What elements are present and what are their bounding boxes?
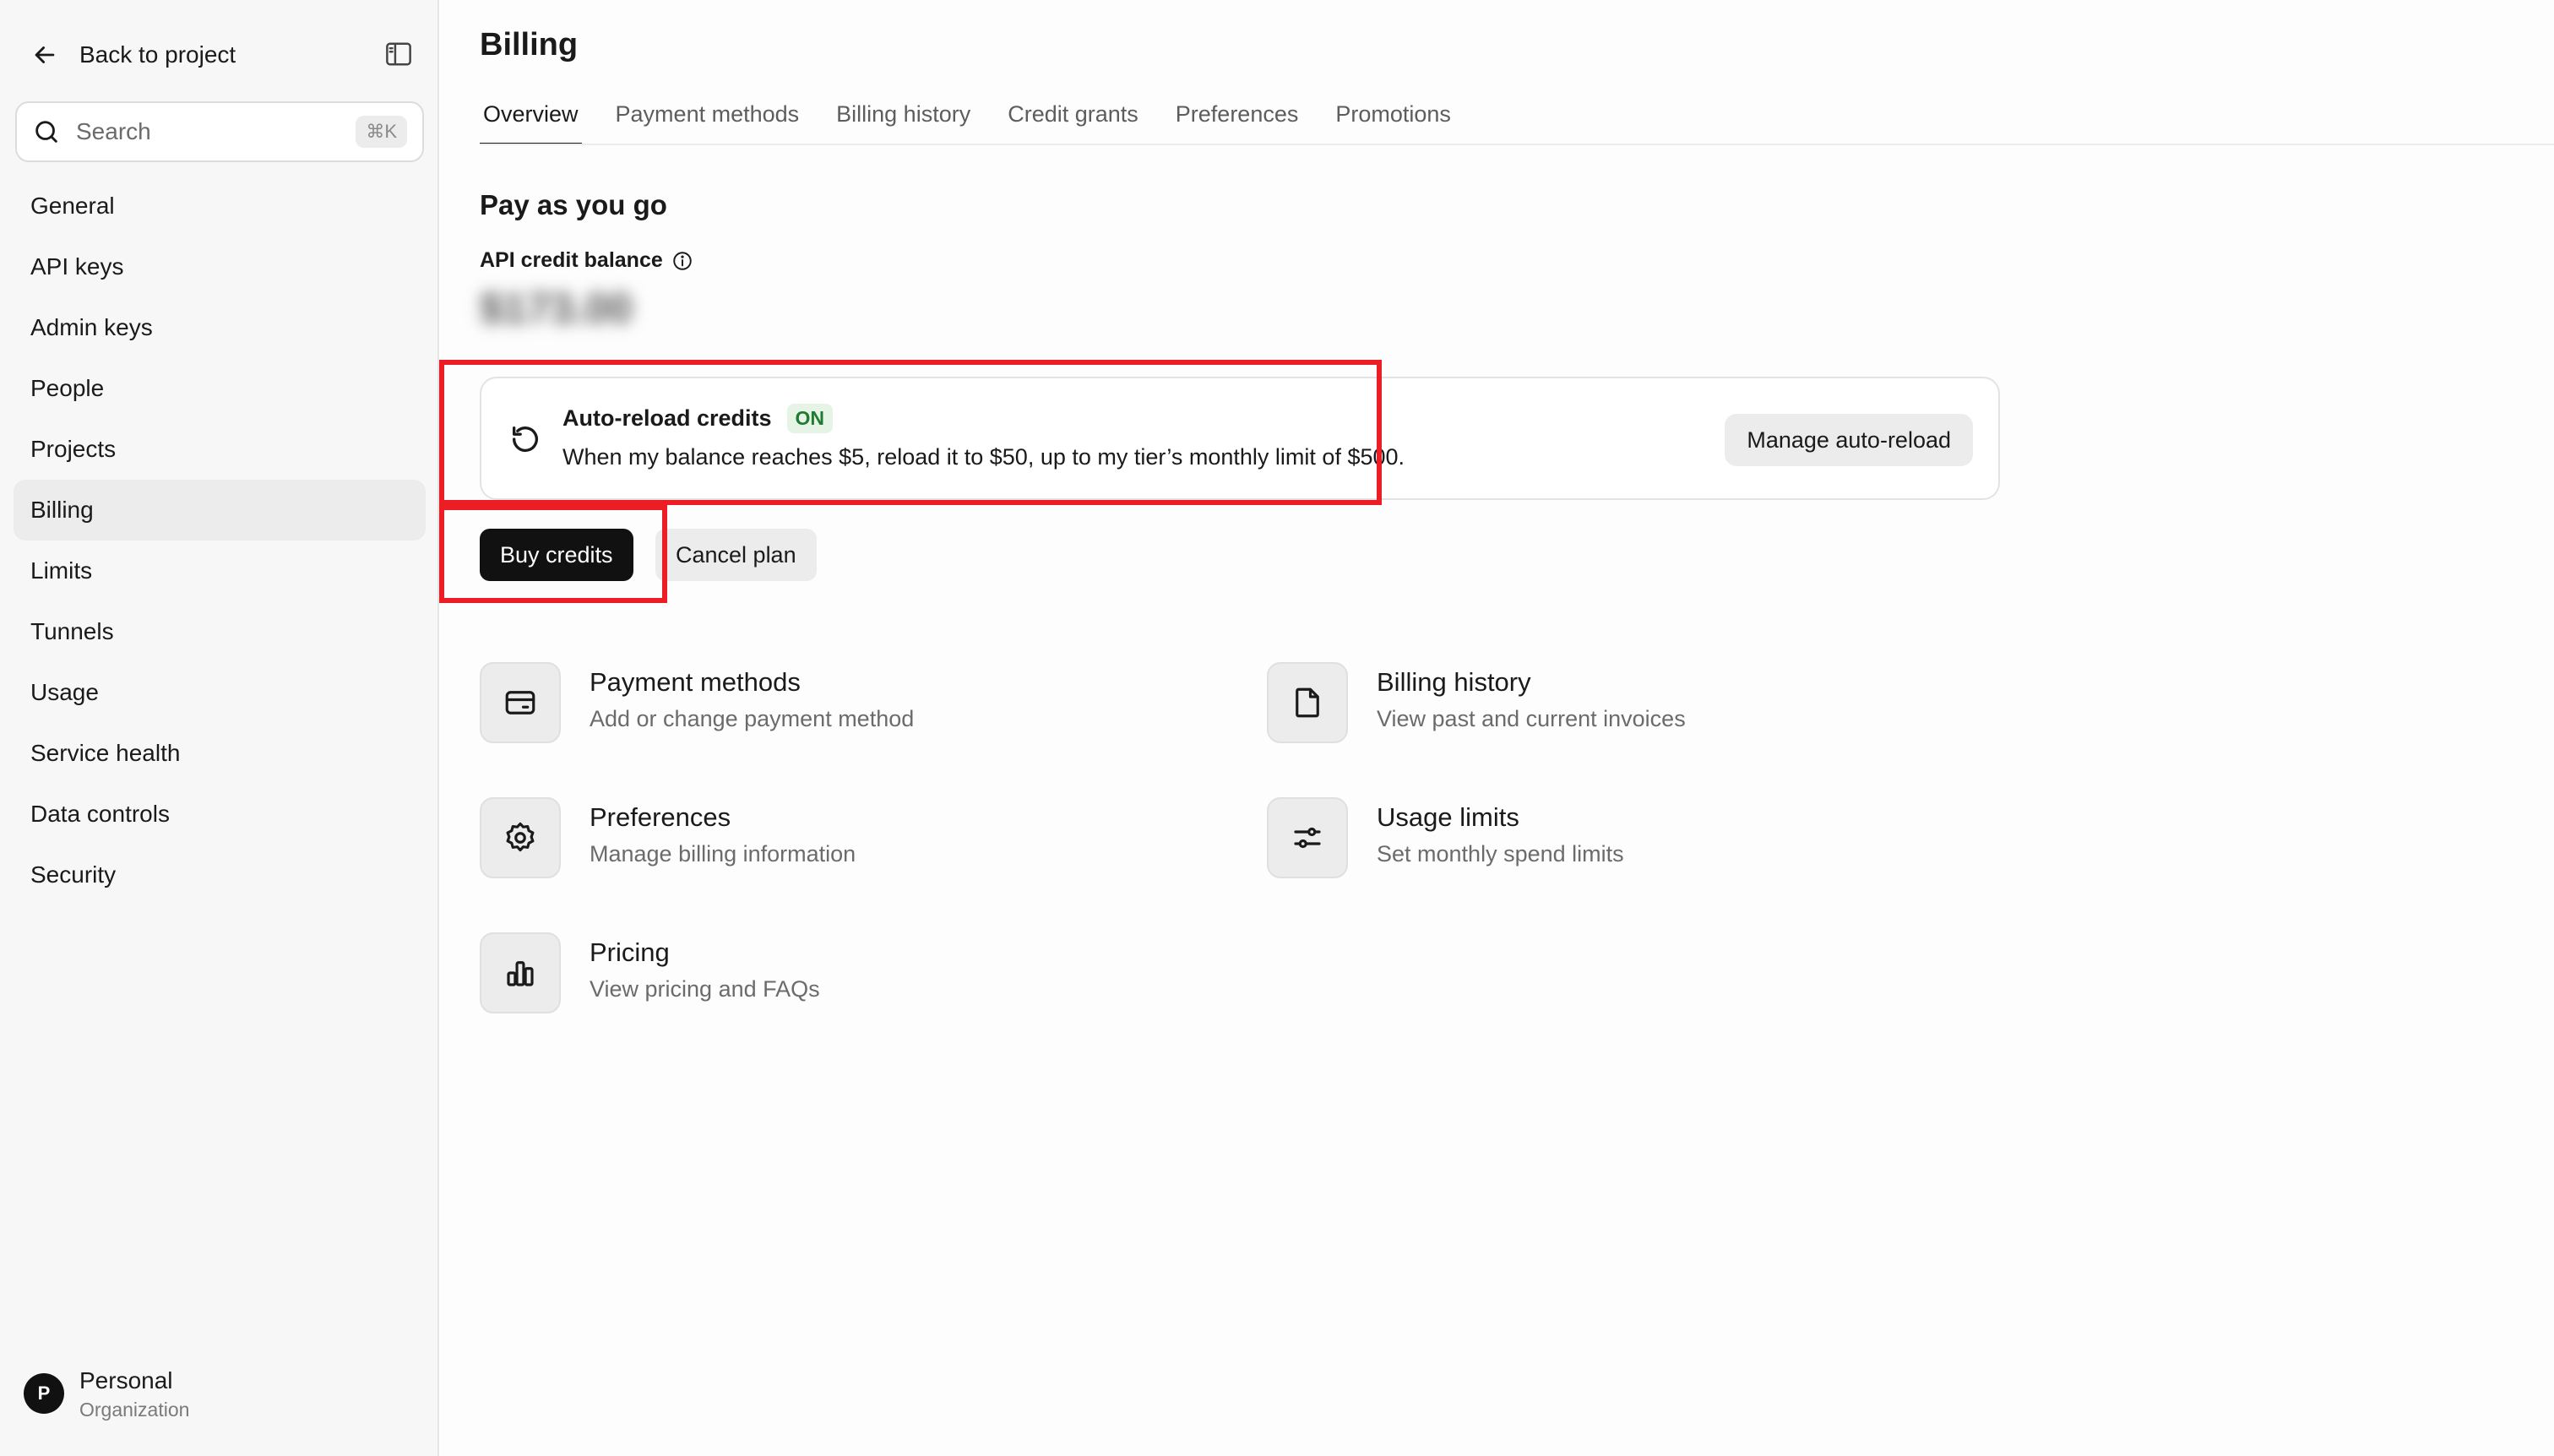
sidebar-panel-icon [386, 42, 411, 66]
sidebar-item-label: Projects [30, 436, 117, 462]
sidebar-item-label: Admin keys [30, 314, 153, 340]
link-title: Billing history [1377, 667, 1531, 697]
search-shortcut-badge: ⌘K [356, 116, 407, 148]
search-icon [35, 121, 57, 143]
sidebar-item-usage[interactable]: Usage [14, 662, 426, 723]
sidebar-item-api-keys[interactable]: API keys [14, 236, 426, 297]
sidebar-item-label: Limits [30, 557, 93, 584]
sliders-icon [1294, 827, 1321, 849]
sidebar-item-label: Usage [30, 679, 99, 705]
page-title: Billing [480, 27, 579, 62]
tabs-divider [480, 144, 2554, 145]
link-title: Preferences [590, 802, 731, 832]
link-description: Add or change payment method [590, 706, 915, 731]
sidebar-item-label: Tunnels [30, 618, 114, 644]
buy-credits-button[interactable]: Buy credits [480, 529, 633, 581]
credit-balance-label-text: API credit balance [480, 248, 663, 272]
back-to-project-link[interactable]: Back to project [30, 34, 236, 76]
sidebar-item-label: Data controls [30, 801, 170, 827]
section-title: Pay as you go [480, 189, 667, 220]
tab-overview[interactable]: Overview [480, 95, 582, 145]
link-icon-box [480, 797, 561, 878]
link-usage-limits[interactable]: Usage limits Set monthly spend limits [1267, 797, 1624, 878]
link-description: View past and current invoices [1377, 706, 1686, 731]
sidebar-item-data-controls[interactable]: Data controls [14, 784, 426, 845]
credit-balance-label: API credit balance [480, 248, 693, 273]
link-description: Manage billing information [590, 841, 856, 867]
sidebar-nav: General API keys Admin keys People Proje… [14, 176, 426, 905]
status-badge: ON [786, 404, 834, 433]
organization-switcher[interactable]: P Personal Organization [24, 1365, 189, 1422]
link-pricing[interactable]: Pricing View pricing and FAQs [480, 932, 820, 1013]
sidebar-item-label: Billing [30, 497, 94, 523]
org-type: Organization [79, 1399, 190, 1421]
main-content: Billing Overview Payment methods Billing… [439, 0, 2554, 1456]
sidebar-item-limits[interactable]: Limits [14, 541, 426, 601]
tab-preferences[interactable]: Preferences [1172, 95, 1302, 145]
sidebar-item-security[interactable]: Security [14, 845, 426, 905]
sidebar-item-general[interactable]: General [14, 176, 426, 236]
cancel-plan-button[interactable]: Cancel plan [655, 529, 817, 581]
tab-promotions[interactable]: Promotions [1332, 95, 1454, 145]
auto-reload-title: Auto-reload credits ON [562, 404, 834, 433]
org-name: Personal [79, 1367, 173, 1394]
link-description: View pricing and FAQs [590, 976, 820, 1002]
gear-icon [506, 822, 535, 852]
link-preferences[interactable]: Preferences Manage billing information [480, 797, 856, 878]
link-title: Pricing [590, 937, 670, 967]
credit-card-icon [505, 691, 535, 714]
info-icon[interactable] [671, 250, 693, 272]
reload-icon [513, 426, 538, 453]
document-icon [1296, 687, 1319, 718]
credit-balance-value: $173.00 [480, 285, 633, 332]
arrow-left-icon [35, 46, 55, 63]
link-icon-box [480, 932, 561, 1013]
auto-reload-card: Auto-reload credits ON When my balance r… [480, 377, 2000, 500]
avatar: P [24, 1373, 64, 1414]
sidebar-item-admin-keys[interactable]: Admin keys [14, 297, 426, 358]
sidebar-item-projects[interactable]: Projects [14, 419, 426, 480]
link-payment-methods[interactable]: Payment methods Add or change payment me… [480, 662, 914, 743]
sidebar-item-label: Security [30, 861, 117, 888]
link-icon-box [1267, 662, 1348, 743]
tab-credit-grants[interactable]: Credit grants [1004, 95, 1142, 145]
link-icon-box [1267, 797, 1348, 878]
search-placeholder: Search [76, 118, 151, 144]
link-title: Payment methods [590, 667, 801, 697]
sidebar: Back to project Search ⌘K General API ke… [0, 0, 439, 1456]
sidebar-item-billing[interactable]: Billing [14, 480, 426, 541]
sidebar-item-service-health[interactable]: Service health [14, 723, 426, 784]
sidebar-item-label: General [30, 193, 115, 219]
search-input[interactable]: Search ⌘K [15, 101, 424, 162]
billing-tabs: Overview Payment methods Billing history… [480, 95, 1454, 145]
tab-payment-methods[interactable]: Payment methods [612, 95, 803, 145]
auto-reload-title-text: Auto-reload credits [562, 405, 772, 431]
link-title: Usage limits [1377, 802, 1519, 832]
link-icon-box [480, 662, 561, 743]
sidebar-item-label: Service health [30, 740, 181, 766]
sidebar-item-label: People [30, 375, 105, 401]
sidebar-item-label: API keys [30, 253, 124, 280]
auto-reload-description: When my balance reaches $5, reload it to… [562, 444, 1405, 470]
bar-chart-icon [507, 961, 534, 986]
link-billing-history[interactable]: Billing history View past and current in… [1267, 662, 1686, 743]
sidebar-item-tunnels[interactable]: Tunnels [14, 601, 426, 662]
manage-auto-reload-button[interactable]: Manage auto-reload [1725, 414, 1973, 466]
sidebar-toggle-button[interactable] [382, 39, 416, 69]
back-to-project-label: Back to project [79, 41, 236, 68]
link-description: Set monthly spend limits [1377, 841, 1624, 867]
sidebar-item-people[interactable]: People [14, 358, 426, 419]
tab-billing-history[interactable]: Billing history [833, 95, 974, 145]
